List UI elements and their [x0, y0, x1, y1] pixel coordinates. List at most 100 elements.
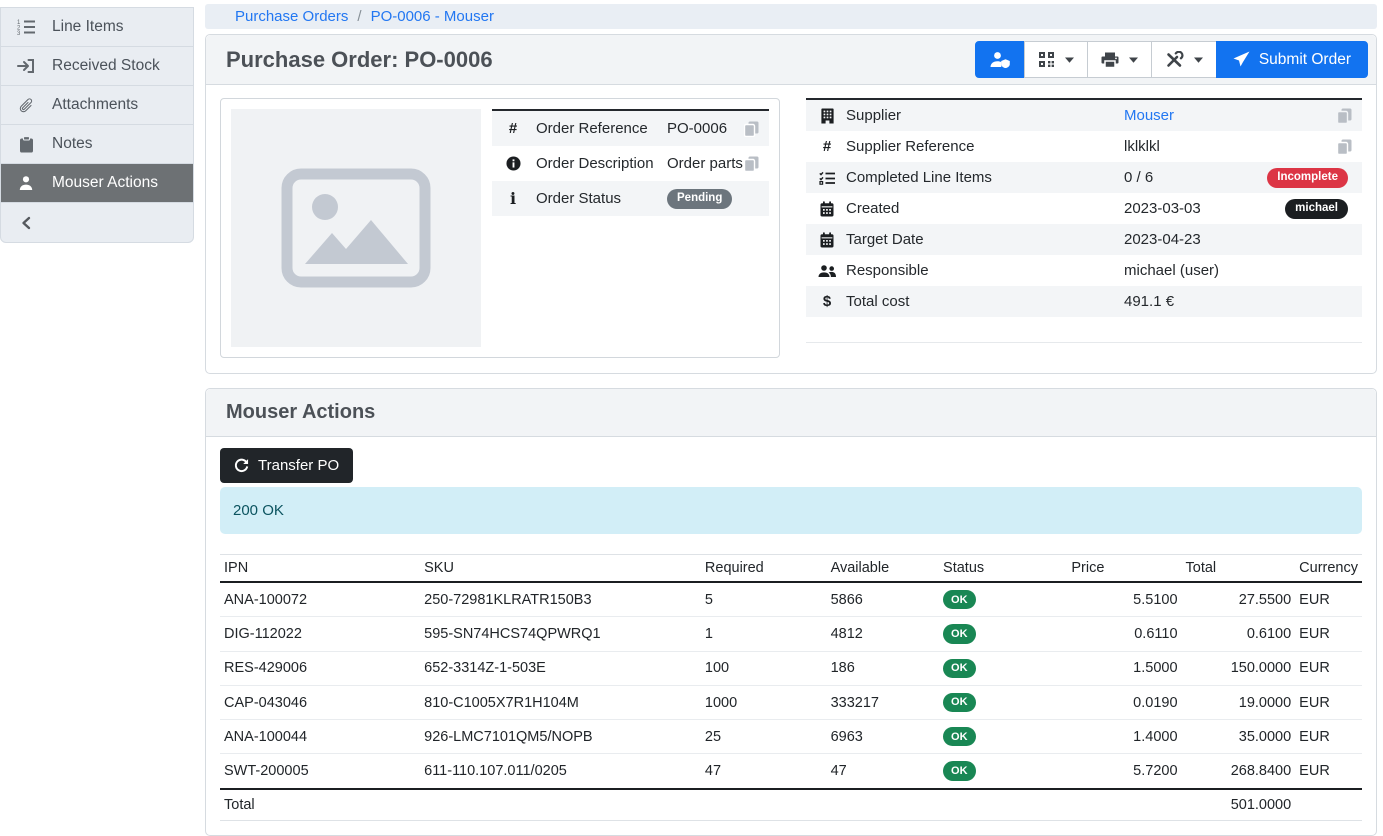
calendar-icon: [816, 232, 838, 248]
responsible-row: Responsible michael (user): [806, 255, 1362, 286]
order-image-placeholder[interactable]: [231, 109, 481, 347]
table-header-row: IPN SKU Required Available Status Price …: [220, 555, 1362, 583]
ok-badge: OK: [943, 693, 976, 712]
cell-currency: EUR: [1295, 651, 1362, 685]
cell-required: 1000: [701, 685, 827, 719]
copy-icon[interactable]: [1337, 139, 1352, 155]
cell-sku: 810-C1005X7R1H104M: [420, 685, 701, 719]
submit-order-button[interactable]: Submit Order: [1216, 41, 1368, 78]
ok-badge: OK: [943, 590, 976, 609]
caret-down-icon: [1065, 57, 1074, 63]
supplier-details-table: Supplier Mouser # Supplier Reference lkl…: [806, 98, 1362, 343]
sidebar-item-attachments[interactable]: Attachments: [1, 86, 193, 125]
cell-status: OK: [939, 651, 1067, 685]
kv-label: Completed Line Items: [846, 169, 1124, 186]
cell-currency: EUR: [1295, 617, 1362, 651]
admin-button[interactable]: [975, 41, 1025, 78]
kv-value: PO-0006: [667, 120, 744, 137]
print-menu-button[interactable]: [1087, 41, 1152, 78]
sidebar-collapse-button[interactable]: [1, 203, 193, 242]
paperclip-icon: [15, 97, 37, 114]
image-placeholder-icon: [280, 167, 432, 289]
table-row: RES-429006 652-3314Z-1-503E 100 186 OK 1…: [220, 651, 1362, 685]
tools-icon: [1165, 51, 1184, 68]
supplier-row: Supplier Mouser: [806, 100, 1362, 131]
order-summary-card: # Order Reference PO-0006 Order Descript…: [220, 98, 780, 358]
cell-sku: 611-110.107.011/0205: [420, 754, 701, 789]
mouser-actions-panel-header: Mouser Actions: [206, 389, 1376, 437]
table-row: CAP-043046 810-C1005X7R1H104M 1000 33321…: [220, 685, 1362, 719]
user-icon: [15, 175, 37, 191]
col-status: Status: [939, 555, 1067, 583]
cell-status: OK: [939, 720, 1067, 754]
kv-label: Order Description: [536, 155, 667, 172]
hashtag-icon: #: [816, 138, 838, 155]
cell-available: 4812: [827, 617, 939, 651]
page-title: Purchase Order: PO-0006: [226, 47, 493, 73]
breadcrumb-separator: /: [357, 8, 361, 25]
empty-row: [806, 317, 1362, 342]
breadcrumb-link-purchase-orders[interactable]: Purchase Orders: [235, 8, 348, 25]
sidebar-item-received-stock[interactable]: Received Stock: [1, 47, 193, 86]
cell-ipn: DIG-112022: [220, 617, 420, 651]
sidebar-item-label: Notes: [52, 135, 93, 153]
cell-sku: 926-LMC7101QM5/NOPB: [420, 720, 701, 754]
cell-total: 0.6100: [1182, 617, 1296, 651]
cell-status: OK: [939, 617, 1067, 651]
order-status-row: i Order Status Pending: [492, 181, 769, 216]
mouser-actions-panel: Mouser Actions Transfer PO 200 OK IP: [205, 388, 1377, 836]
cell-currency: EUR: [1295, 582, 1362, 617]
cell-status: OK: [939, 754, 1067, 789]
breadcrumb: Purchase Orders / PO-0006 - Mouser: [205, 4, 1377, 29]
col-available: Available: [827, 555, 939, 583]
cell-required: 100: [701, 651, 827, 685]
dollar-icon: $: [816, 293, 838, 310]
cell-available: 6963: [827, 720, 939, 754]
cell-available: 333217: [827, 685, 939, 719]
sidebar-item-notes[interactable]: Notes: [1, 125, 193, 164]
purchase-order-panel-body: # Order Reference PO-0006 Order Descript…: [206, 85, 1376, 373]
created-row: Created 2023-03-03 michael: [806, 193, 1362, 224]
supplier-link[interactable]: Mouser: [1124, 107, 1337, 124]
main-content: Purchase Orders / PO-0006 - Mouser Purch…: [205, 0, 1377, 836]
hashtag-icon: #: [502, 120, 524, 137]
cell-total: 27.5500: [1182, 582, 1296, 617]
ok-badge: OK: [943, 624, 976, 643]
copy-icon[interactable]: [744, 156, 759, 172]
cell-available: 47: [827, 754, 939, 789]
user-shield-icon: [989, 51, 1011, 68]
copy-icon[interactable]: [1337, 108, 1352, 124]
order-actions-toolbar: Submit Order: [975, 41, 1368, 78]
cell-required: 5: [701, 582, 827, 617]
incomplete-badge: Incomplete: [1267, 168, 1348, 188]
ok-badge: OK: [943, 659, 976, 678]
total-cost-row: $ Total cost 491.1 €: [806, 286, 1362, 317]
barcode-menu-button[interactable]: [1024, 41, 1088, 78]
created-by-badge: michael: [1285, 199, 1348, 219]
copy-icon[interactable]: [744, 121, 759, 137]
sidebar-item-mouser-actions[interactable]: Mouser Actions: [1, 164, 193, 203]
cell-status: OK: [939, 685, 1067, 719]
users-icon: [816, 264, 838, 278]
sidebar-item-label: Received Stock: [52, 57, 160, 75]
purchase-order-panel-header: Purchase Order: PO-0006: [206, 35, 1376, 85]
kv-value: michael (user): [1124, 262, 1352, 279]
kv-value: Pending: [667, 188, 759, 208]
ok-badge: OK: [943, 761, 976, 780]
cell-ipn: RES-429006: [220, 651, 420, 685]
breadcrumb-link-current[interactable]: PO-0006 - Mouser: [371, 8, 494, 25]
order-reference-row: # Order Reference PO-0006: [492, 111, 769, 146]
ok-badge: OK: [943, 727, 976, 746]
purchase-order-panel: Purchase Order: PO-0006: [205, 34, 1377, 374]
transfer-po-label: Transfer PO: [258, 457, 339, 474]
mouser-actions-title: Mouser Actions: [226, 401, 375, 424]
cell-currency: EUR: [1295, 720, 1362, 754]
sidebar: 123 Line Items Received Stock Attachment…: [0, 7, 194, 243]
order-details-table: # Order Reference PO-0006 Order Descript…: [492, 109, 769, 216]
sidebar-item-line-items[interactable]: 123 Line Items: [1, 8, 193, 47]
building-icon: [816, 108, 838, 124]
order-options-menu-button[interactable]: [1151, 41, 1217, 78]
target-date-row: Target Date 2023-04-23: [806, 224, 1362, 255]
transfer-po-button[interactable]: Transfer PO: [220, 448, 353, 483]
cell-status: OK: [939, 582, 1067, 617]
